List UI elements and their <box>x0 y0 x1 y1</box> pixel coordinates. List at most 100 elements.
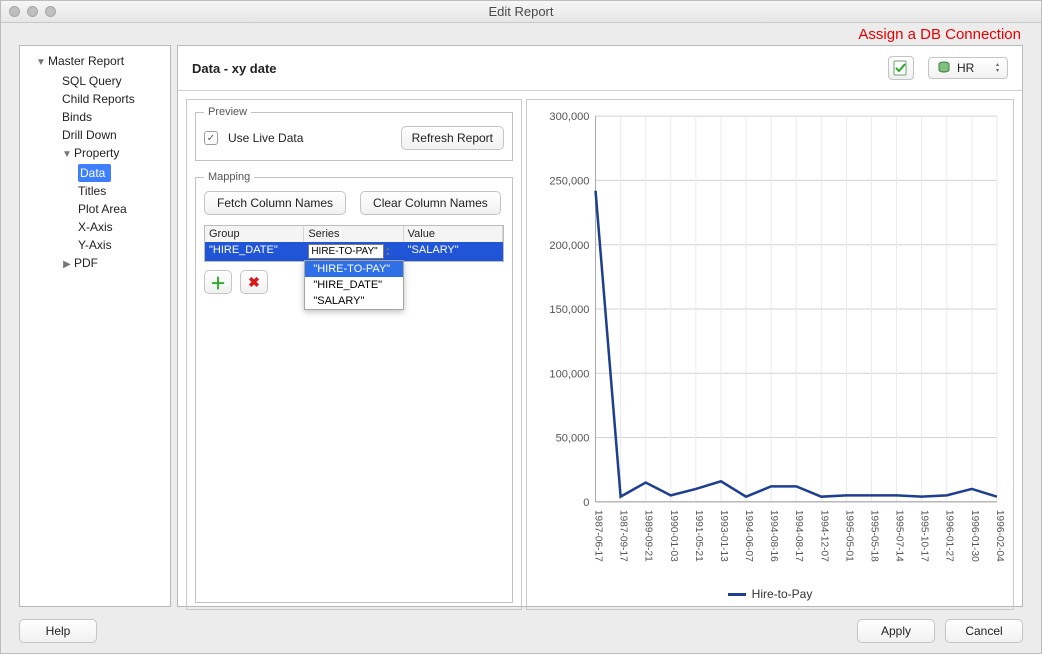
svg-text:1996-02-04: 1996-02-04 <box>994 510 1005 562</box>
minimize-window-icon[interactable] <box>27 6 38 17</box>
dropdown-option[interactable]: "SALARY" <box>305 293 403 309</box>
svg-text:1995-05-18: 1995-05-18 <box>868 510 879 562</box>
preview-legend: Preview <box>204 106 251 118</box>
db-connection-label: HR <box>957 61 974 75</box>
dropdown-option[interactable]: "HIRE-TO-PAY" <box>305 261 403 277</box>
tree-item[interactable]: Data <box>22 164 168 182</box>
help-button[interactable]: Help <box>19 619 97 643</box>
dropdown-option[interactable]: "HIRE_DATE" <box>305 277 403 293</box>
mapping-group: Mapping Fetch Column Names Clear Column … <box>195 171 513 603</box>
svg-text:1996-01-27: 1996-01-27 <box>944 510 955 562</box>
tree-item-label: Titles <box>78 184 106 198</box>
tree-item[interactable]: Plot Area <box>22 200 168 218</box>
series-combo-stepper-icon[interactable]: ▴▾ <box>386 246 389 258</box>
svg-text:1995-05-01: 1995-05-01 <box>843 510 854 562</box>
mapping-row-series[interactable]: HIRE-TO-PAY" ▴▾ "HIRE-TO-PAY""HIRE_DATE"… <box>304 242 403 261</box>
database-icon <box>937 61 951 75</box>
svg-text:200,000: 200,000 <box>549 240 589 252</box>
tree-item[interactable]: Y-Axis <box>22 236 168 254</box>
delete-row-button[interactable]: ✖ <box>240 270 268 294</box>
main-panel: Data - xy date HR ▴▾ <box>177 45 1023 607</box>
svg-text:1991-05-21: 1991-05-21 <box>693 510 704 562</box>
window-controls[interactable] <box>1 6 56 17</box>
svg-text:1993-01-13: 1993-01-13 <box>718 510 729 562</box>
svg-text:1995-07-14: 1995-07-14 <box>894 510 905 562</box>
tree-item[interactable]: X-Axis <box>22 218 168 236</box>
clear-column-names-button[interactable]: Clear Column Names <box>360 191 501 215</box>
db-connection-stepper-icon: ▴▾ <box>996 62 999 74</box>
svg-text:1995-10-17: 1995-10-17 <box>919 510 930 562</box>
sheet-check-icon <box>893 60 909 76</box>
svg-text:1994-08-17: 1994-08-17 <box>793 510 804 562</box>
window-title: Edit Report <box>1 4 1041 19</box>
svg-text:1987-06-17: 1987-06-17 <box>593 510 604 562</box>
tree-item[interactable]: Titles <box>22 182 168 200</box>
cross-icon: ✖ <box>248 274 260 291</box>
svg-text:0: 0 <box>583 497 589 509</box>
tree-item-label: Plot Area <box>78 202 127 216</box>
svg-text:250,000: 250,000 <box>549 175 589 187</box>
cancel-button[interactable]: Cancel <box>945 619 1023 643</box>
series-dropdown[interactable]: "HIRE-TO-PAY""HIRE_DATE""SALARY" <box>304 260 404 310</box>
tree-item[interactable]: Child Reports <box>22 90 168 108</box>
validate-button[interactable] <box>888 56 914 80</box>
annotation-assign-db: Assign a DB Connection <box>858 26 1021 43</box>
db-connection-picker[interactable]: HR ▴▾ <box>928 57 1008 79</box>
preview-group: Preview ✓ Use Live Data Refresh Report <box>195 106 513 161</box>
close-window-icon[interactable] <box>9 6 20 17</box>
config-pane: Preview ✓ Use Live Data Refresh Report M… <box>186 99 522 610</box>
svg-text:1996-01-30: 1996-01-30 <box>969 510 980 562</box>
line-chart: 0 50,000 100,000 150,000 200,000 250,000 300,0… <box>533 106 1007 583</box>
svg-text:300,000: 300,000 <box>549 111 589 123</box>
chart-legend: Hire-to-Pay <box>533 583 1007 603</box>
svg-text:1989-09-21: 1989-09-21 <box>643 510 654 562</box>
legend-swatch-icon <box>728 593 746 596</box>
apply-button[interactable]: Apply <box>857 619 935 643</box>
svg-text:50,000: 50,000 <box>556 433 590 445</box>
svg-text:1990-01-03: 1990-01-03 <box>668 510 679 562</box>
add-row-button[interactable]: ＋ <box>204 270 232 294</box>
tree-item-label: Binds <box>62 110 92 124</box>
tree-item-label: PDF <box>74 256 98 270</box>
refresh-report-button[interactable]: Refresh Report <box>401 126 504 150</box>
tree-item[interactable]: ▼Property <box>22 144 168 164</box>
svg-text:1994-06-07: 1994-06-07 <box>743 510 754 562</box>
svg-text:100,000: 100,000 <box>549 368 589 380</box>
series-combo-input[interactable]: HIRE-TO-PAY" <box>308 244 384 259</box>
column-header-group: Group <box>205 226 304 242</box>
tree-item-label: X-Axis <box>78 220 113 234</box>
chevron-down-icon: ▼ <box>62 146 72 164</box>
window-titlebar: Edit Report <box>1 1 1041 23</box>
chevron-right-icon: ▶ <box>62 256 72 274</box>
tree-item[interactable]: Binds <box>22 108 168 126</box>
svg-text:150,000: 150,000 <box>549 304 589 316</box>
mapping-row-group[interactable]: "HIRE_DATE" <box>205 242 304 261</box>
chevron-down-icon: ▼ <box>36 54 46 72</box>
use-live-data-label: Use Live Data <box>228 131 303 145</box>
tree-item[interactable]: SQL Query <box>22 72 168 90</box>
page-title: Data - xy date <box>192 61 277 76</box>
svg-text:1994-12-07: 1994-12-07 <box>818 510 829 562</box>
tree-item-label: Data <box>78 164 111 182</box>
fetch-column-names-button[interactable]: Fetch Column Names <box>204 191 346 215</box>
plus-icon: ＋ <box>210 270 226 294</box>
zoom-window-icon[interactable] <box>45 6 56 17</box>
tree-item-label: SQL Query <box>62 74 122 88</box>
chart-pane: 0 50,000 100,000 150,000 200,000 250,000 300,0… <box>526 99 1014 610</box>
mapping-legend: Mapping <box>204 171 254 183</box>
tree-item[interactable]: Drill Down <box>22 126 168 144</box>
tree-item-label: Master Report <box>48 54 124 68</box>
tree-item-label: Drill Down <box>62 128 117 142</box>
svg-text:1987-09-17: 1987-09-17 <box>618 510 629 562</box>
column-header-value: Value <box>404 226 503 242</box>
mapping-row-value[interactable]: "SALARY" <box>404 242 503 261</box>
tree-item-label: Child Reports <box>62 92 135 106</box>
report-tree: ▼Master ReportSQL QueryChild ReportsBind… <box>19 45 171 607</box>
tree-item[interactable]: ▼Master Report <box>22 52 168 72</box>
tree-item-label: Property <box>74 146 119 160</box>
tree-item[interactable]: ▶PDF <box>22 254 168 274</box>
tree-item-label: Y-Axis <box>78 238 112 252</box>
use-live-data-checkbox[interactable]: ✓ <box>204 131 218 145</box>
svg-text:1994-08-16: 1994-08-16 <box>768 510 779 562</box>
column-header-series: Series <box>304 226 403 242</box>
